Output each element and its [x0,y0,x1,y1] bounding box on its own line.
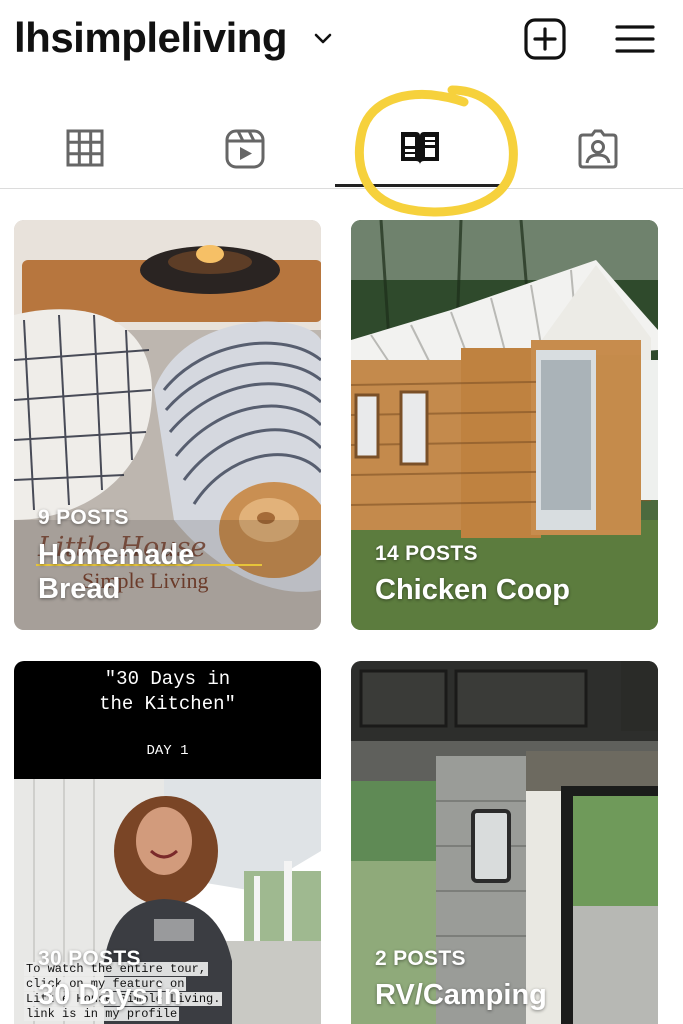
guide-post-count: 30 POSTS [38,947,141,970]
guide-title: RV/Camping [375,979,547,1011]
profile-tabs [0,104,683,190]
guide-title: Chicken Coop [375,574,570,606]
overlay-day: DAY 1 [146,743,189,759]
guide-post-count: 14 POSTS [375,542,478,565]
tabs-divider [0,188,683,189]
chicken-coop-photo [351,220,658,630]
new-post-button[interactable] [522,16,568,62]
reels-icon [225,129,265,169]
plus-square-icon [524,18,566,60]
overlay-title: "30 Days in the Kitchen" [99,668,236,715]
guide-card-30-days-kitchen[interactable]: "30 Days in the Kitchen" DAY 1 To watch … [14,661,321,1024]
tagged-person-icon [578,129,618,169]
menu-button[interactable] [612,16,658,62]
tab-grid[interactable] [0,104,170,190]
guide-post-count: 9 POSTS [38,506,129,529]
profile-header: lhsimpleliving [0,0,683,86]
active-tab-indicator [335,184,509,187]
tab-tagged[interactable] [513,104,683,190]
guide-card-rv-camping[interactable]: 2 POSTS RV/Camping [351,661,658,1024]
guides-book-icon [401,132,439,165]
guide-title: 30 Days in [38,979,182,1011]
chevron-down-icon[interactable] [312,28,334,50]
guide-title: Homemade Bread [38,539,195,605]
guide-post-count: 2 POSTS [375,947,466,970]
profile-username[interactable]: lhsimpleliving [14,14,288,62]
grid-icon [66,129,104,167]
guide-card-chicken-coop[interactable]: 14 POSTS Chicken Coop [351,220,658,630]
guide-card-homemade-bread[interactable]: Little House Simple Living 9 POSTS Homem… [14,220,321,630]
tab-reels[interactable] [160,104,330,190]
hamburger-menu-icon [615,25,655,53]
tab-guides[interactable] [335,104,505,190]
